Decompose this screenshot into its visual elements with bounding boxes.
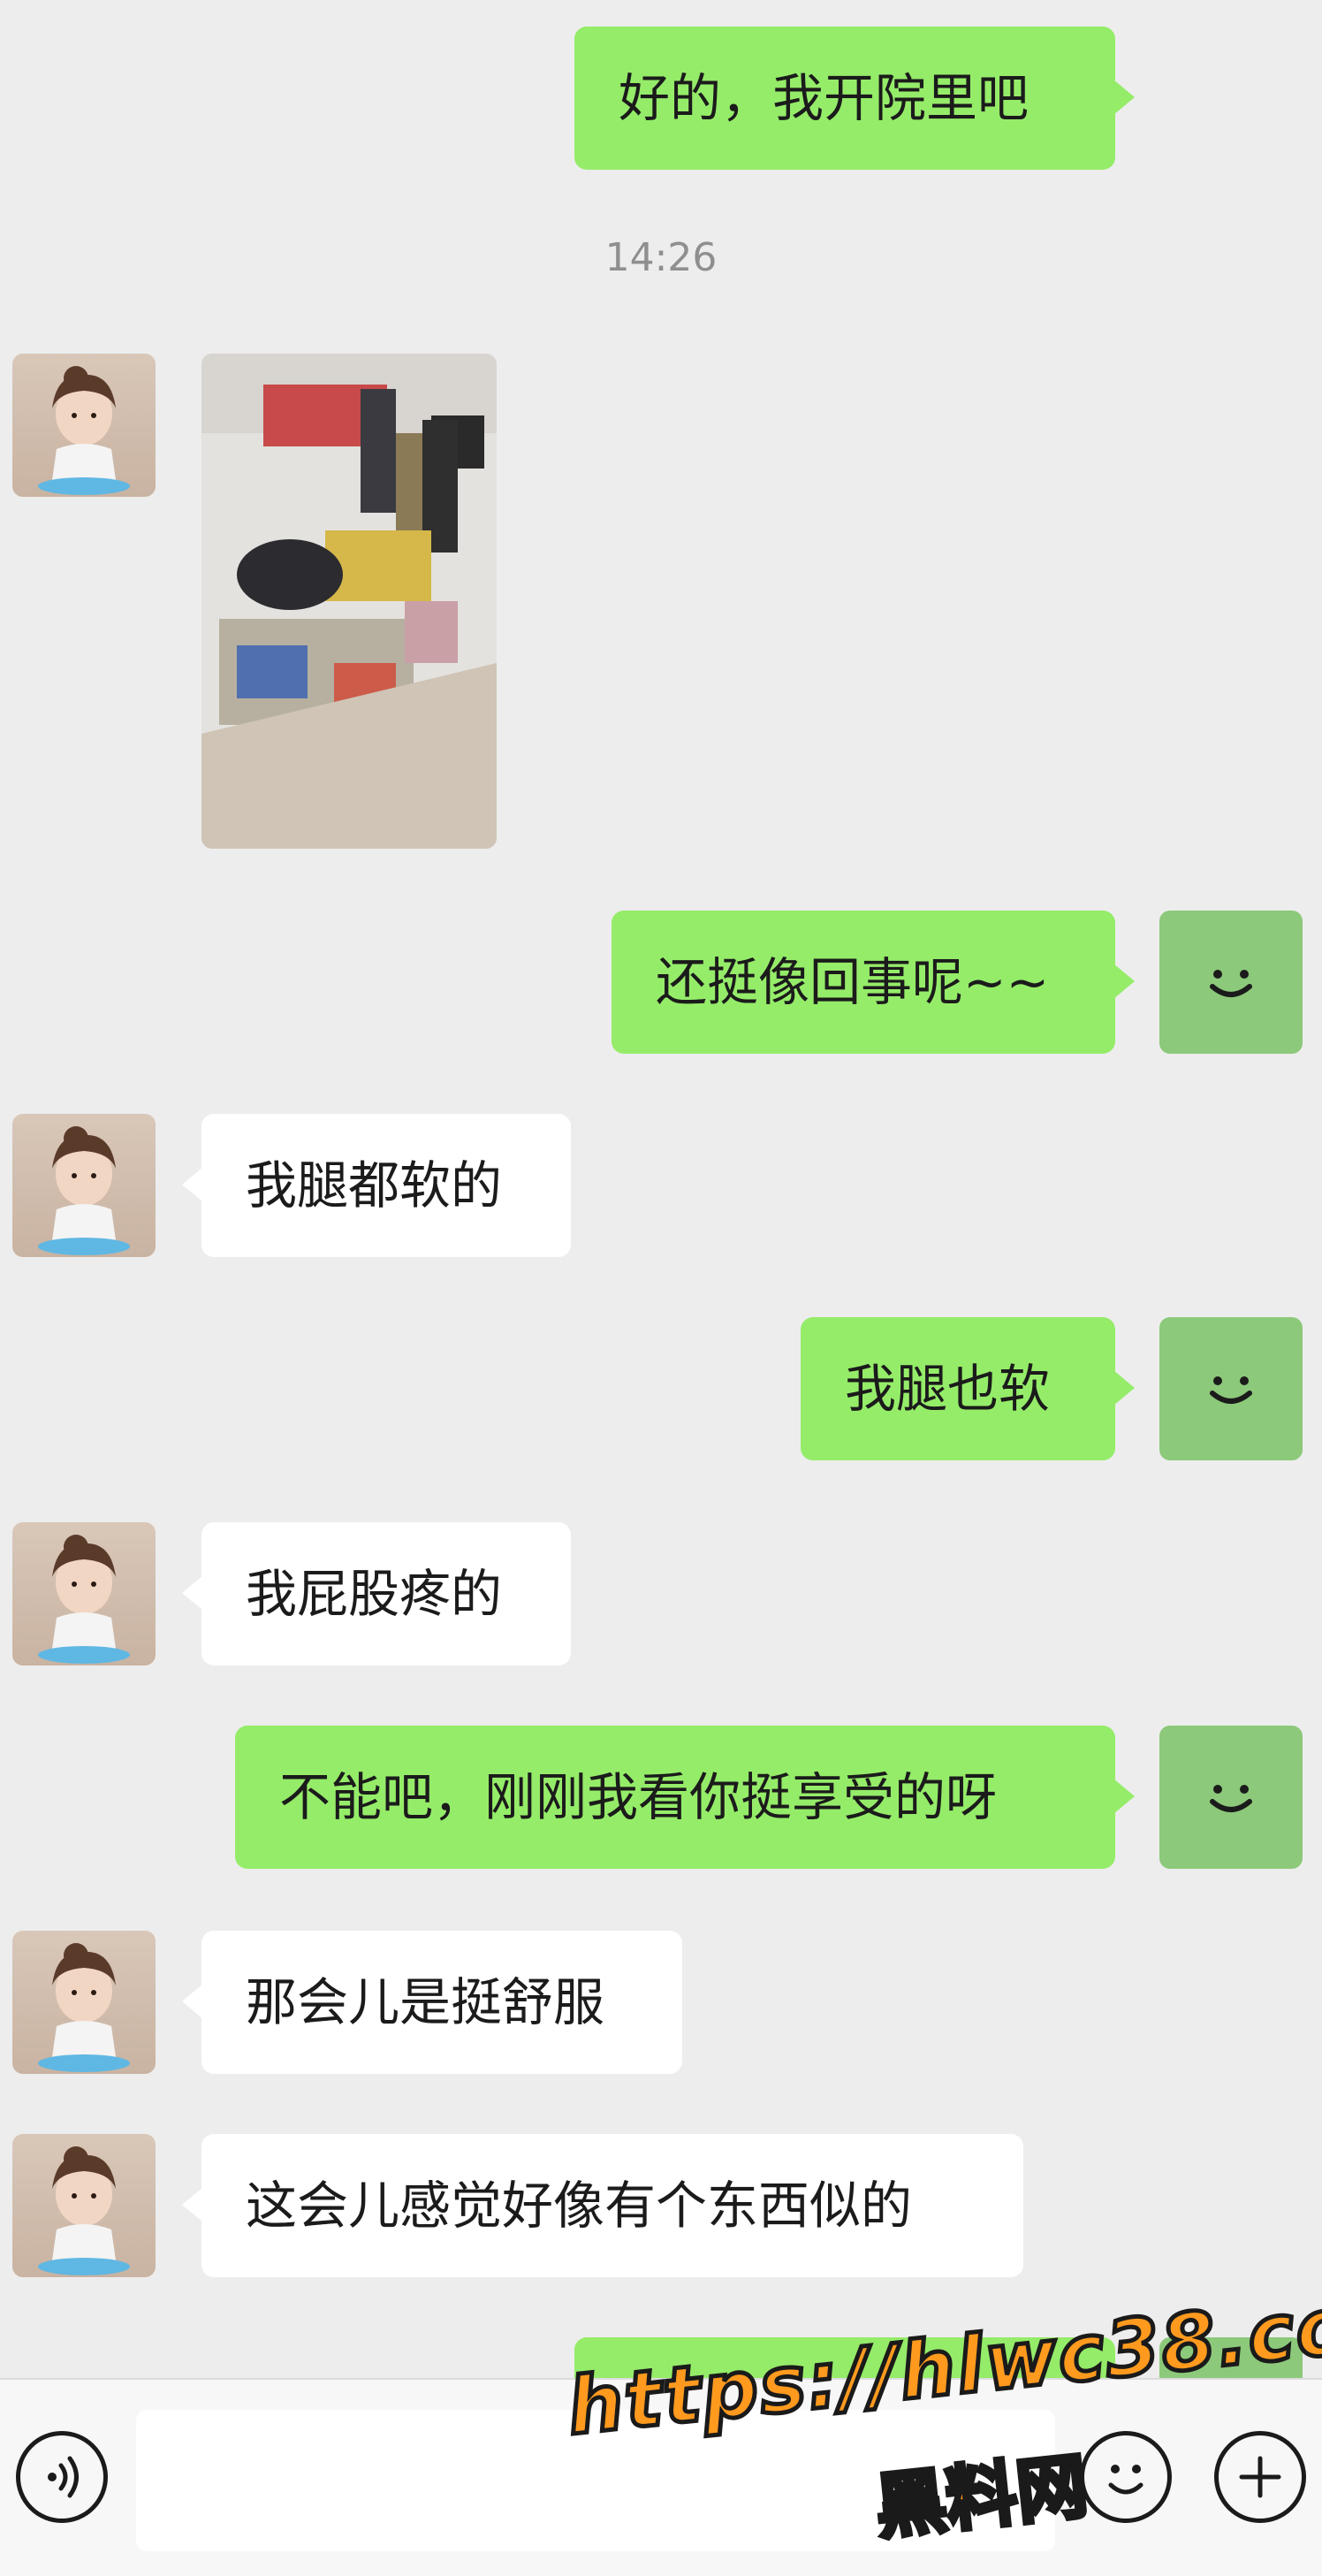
voice-icon xyxy=(48,2456,79,2498)
sent-message-bubble[interactable]: 好的，我开院里吧 xyxy=(574,27,1135,170)
photo-content xyxy=(201,354,497,849)
sent-message-bubble[interactable]: 不能吧，刚刚我看你挺享受的呀 xyxy=(235,1726,1135,1869)
received-message-bubble[interactable]: 那会儿是挺舒服 xyxy=(182,1931,682,2074)
contact-avatar[interactable] xyxy=(12,2134,156,2277)
emoji-button[interactable] xyxy=(1080,2431,1172,2523)
avatar-illustration xyxy=(38,366,130,495)
smiley-face-icon xyxy=(1210,970,1252,997)
received-message-bubble[interactable]: 我腿都软的 xyxy=(182,1114,571,1257)
avatar-illustration xyxy=(38,1943,130,2072)
contact-avatar[interactable] xyxy=(12,1114,156,1257)
contact-avatar[interactable] xyxy=(12,1522,156,1665)
smiley-face-icon xyxy=(1210,1785,1252,1812)
voice-button[interactable] xyxy=(16,2431,108,2523)
my-avatar[interactable] xyxy=(1159,1726,1303,1869)
contact-avatar[interactable] xyxy=(12,354,156,497)
avatar-illustration xyxy=(38,1535,130,1664)
sent-message-bubble[interactable]: 我腿也软 xyxy=(801,1317,1135,1460)
my-avatar[interactable] xyxy=(1159,1317,1303,1460)
chat-area[interactable]: 好的，我开院里吧 14:26 还挺像回事呢~~ 我腿都软的 我腿也软 我屁股疼的… xyxy=(0,0,1322,2378)
received-message-bubble[interactable]: 我屁股疼的 xyxy=(182,1522,571,1665)
emoji-icon xyxy=(1108,2465,1143,2495)
more-button[interactable] xyxy=(1214,2431,1306,2523)
contact-avatar[interactable] xyxy=(12,1931,156,2074)
avatar-illustration xyxy=(38,2146,130,2275)
plus-icon xyxy=(1239,2456,1281,2498)
avatar-illustration xyxy=(38,1126,130,1255)
smiley-face-icon xyxy=(1210,1376,1252,1404)
received-message-bubble[interactable]: 这会儿感觉好像有个东西似的 xyxy=(182,2134,1023,2277)
sent-message-bubble[interactable]: 还挺像回事呢~~ xyxy=(612,911,1135,1054)
my-avatar[interactable] xyxy=(1159,911,1303,1054)
message-timestamp: 14:26 xyxy=(604,235,718,280)
shared-photo[interactable] xyxy=(201,354,497,849)
